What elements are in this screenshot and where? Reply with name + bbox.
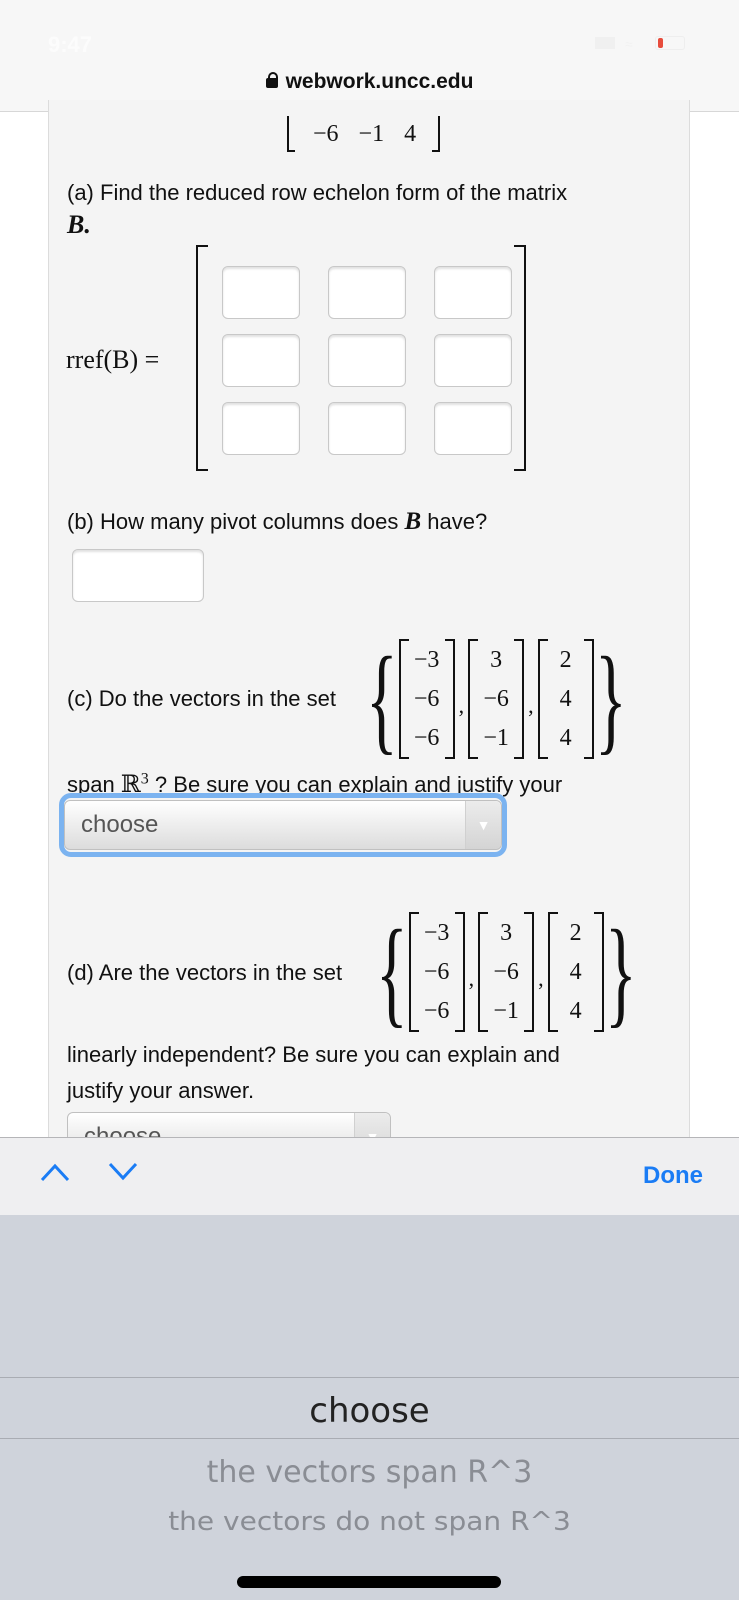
rref-cell-3-1[interactable]	[222, 402, 300, 455]
wifi-icon: ≈	[625, 36, 633, 52]
rref-cell-1-2[interactable]	[328, 266, 406, 319]
part-b-prefix: (b) How many pivot columns does	[67, 509, 399, 534]
vector-entry: 2	[559, 647, 572, 673]
brace-left: {	[365, 632, 398, 765]
comma: ,	[468, 966, 475, 991]
rref-cell-3-2[interactable]	[328, 402, 406, 455]
vector-entry: −6	[423, 959, 450, 985]
url-text: webwork.uncc.edu	[285, 70, 474, 93]
matrix-symbol: B.	[67, 210, 91, 239]
rref-cell-1-3[interactable]	[434, 266, 512, 319]
brace-left: {	[375, 905, 408, 1038]
part-b-suffix: have?	[427, 509, 488, 534]
matrix-b-entry: −1	[358, 121, 385, 147]
pivot-count-input[interactable]	[72, 549, 204, 602]
rref-cell-2-2[interactable]	[328, 334, 406, 387]
vector-3: 2 4 4	[547, 910, 604, 1034]
vector-3: 2 4 4	[537, 637, 594, 761]
vector-entry: −6	[413, 686, 440, 712]
select-picker[interactable]: choose the vectors span R^3 the vectors …	[0, 1215, 739, 1600]
matrix-symbol: B	[404, 508, 422, 535]
rref-cell-2-3[interactable]	[434, 334, 512, 387]
part-d-line2: linearly independent? Be sure you can ex…	[67, 1042, 560, 1067]
home-indicator[interactable]	[237, 1576, 501, 1588]
url-bar[interactable]: webwork.uncc.edu	[0, 70, 739, 94]
rref-bracket-right	[514, 245, 526, 471]
comma: ,	[458, 693, 465, 718]
vector-entry: −6	[413, 725, 440, 751]
rref-cell-2-1[interactable]	[222, 334, 300, 387]
done-button[interactable]: Done	[643, 1162, 703, 1190]
chevron-up-icon	[40, 1163, 70, 1182]
rref-bracket-left	[196, 245, 208, 471]
vector-entry: −3	[413, 647, 440, 673]
part-a-question: (a) Find the reduced row echelon form of…	[67, 180, 568, 205]
part-d-line3: justify your answer.	[67, 1078, 255, 1103]
picker-option-not-span[interactable]: the vectors do not span R^3	[0, 1506, 739, 1536]
vector-entry: 3	[490, 647, 503, 673]
vector-entry: 4	[559, 725, 572, 751]
vector-1: −3 −6 −6	[408, 910, 465, 1034]
vector-1: −3 −6 −6	[398, 637, 455, 761]
exponent: 3	[140, 770, 149, 788]
status-time: 9:47	[48, 32, 93, 57]
previous-field-button[interactable]	[40, 1162, 70, 1190]
vector-2: 3 −6 −1	[468, 637, 525, 761]
span-select-value: choose	[81, 811, 159, 838]
dropdown-arrow-icon: ▼	[465, 801, 501, 849]
vector-entry: 4	[569, 959, 582, 985]
vector-entry: −3	[423, 920, 450, 946]
chevron-down-icon	[108, 1162, 138, 1181]
vector-set-c: { −3 −6 −6 , 3 −6 −1 , 2 4 4 }	[365, 634, 627, 764]
vector-entry: 3	[500, 920, 513, 946]
status-icons: ≈	[595, 36, 685, 52]
select-c-focus-ring: choose ▼	[59, 793, 507, 857]
vector-entry: −6	[423, 998, 450, 1024]
browser-header: 9:47 ≈ webwork.uncc.edu	[0, 0, 739, 112]
picker-option-choose[interactable]: choose	[0, 1391, 739, 1431]
next-field-button[interactable]	[108, 1162, 138, 1190]
part-b-question: (b) How many pivot columns does B have?	[67, 508, 487, 536]
span-select[interactable]: choose ▼	[64, 800, 502, 850]
lock-icon	[265, 72, 278, 88]
matrix-b-entry: −6	[313, 121, 339, 147]
part-c-prefix: (c) Do the vectors in the set	[67, 686, 336, 711]
bracket-right	[432, 116, 441, 152]
matrix-b-entry: 4	[404, 121, 417, 147]
comma: ,	[538, 966, 544, 991]
part-d-prefix: (d) Are the vectors in the set	[67, 960, 343, 985]
vector-set-d: { −3 −6 −6 , 3 −6 −1 , 2 4 4 }	[375, 907, 637, 1037]
bracket-left	[287, 116, 295, 152]
battery-icon	[655, 36, 685, 50]
vector-entry: −1	[483, 725, 509, 751]
brace-right: }	[604, 905, 637, 1038]
brace-right: }	[594, 632, 627, 765]
comma: ,	[528, 693, 534, 718]
keyboard-accessory-bar: Done	[0, 1137, 739, 1215]
matrix-b-last-row: −6 −1 4	[287, 112, 441, 152]
rref-label: rref(B) =	[66, 345, 160, 374]
vector-entry: −6	[483, 686, 509, 712]
vector-entry: 2	[569, 920, 582, 946]
cellular-signal-icon	[595, 37, 615, 49]
vector-entry: −6	[493, 959, 519, 985]
rref-cell-1-1[interactable]	[222, 266, 300, 319]
vector-entry: 4	[569, 998, 582, 1024]
vector-2: 3 −6 −1	[478, 910, 535, 1034]
picker-option-span[interactable]: the vectors span R^3	[0, 1455, 739, 1490]
rref-cell-3-3[interactable]	[434, 402, 512, 455]
vector-entry: 4	[559, 686, 572, 712]
vector-entry: −1	[493, 998, 519, 1024]
